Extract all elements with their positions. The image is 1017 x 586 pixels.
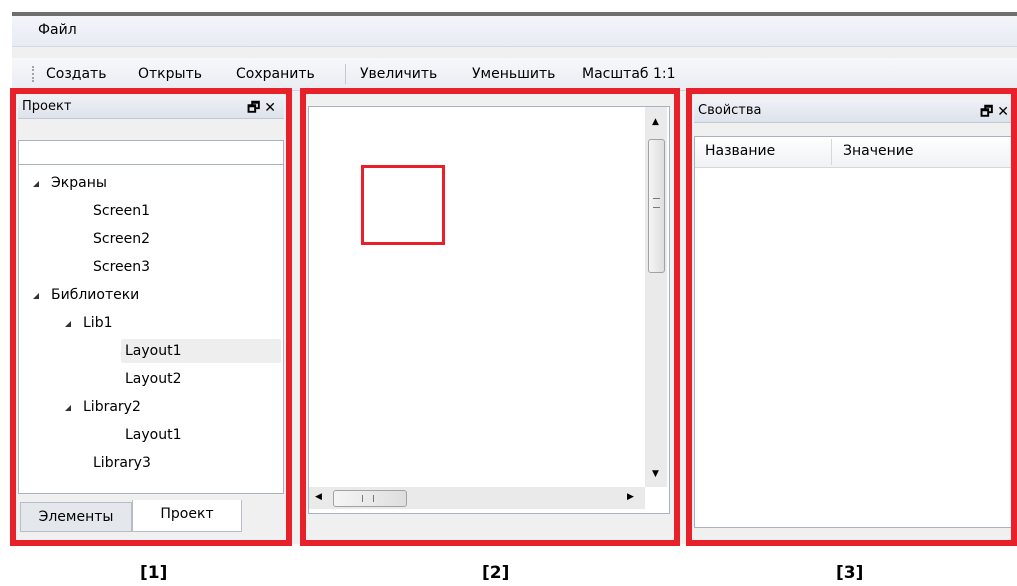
zoom-in-button[interactable]: Увеличить [360,66,437,82]
save-button[interactable]: Сохранить [236,66,315,82]
menu-bar: Файл [12,16,1017,47]
label-1: [1] [140,563,168,583]
highlight-box-3 [686,88,1017,546]
highlight-box-2 [300,88,680,546]
menu-file[interactable]: Файл [38,22,77,38]
toolbar-grip-icon[interactable] [32,66,36,82]
label-3: [3] [836,563,864,583]
open-button[interactable]: Открыть [138,66,202,82]
toolbar-separator [345,64,346,84]
highlight-box-1 [10,88,292,546]
label-2: [2] [482,563,510,583]
scale-1-1-button[interactable]: Масштаб 1:1 [582,66,676,82]
toolbar: Создать Открыть Сохранить Увеличить Умен… [12,58,1017,91]
zoom-out-button[interactable]: Уменьшить [472,66,555,82]
create-button[interactable]: Создать [46,66,106,82]
